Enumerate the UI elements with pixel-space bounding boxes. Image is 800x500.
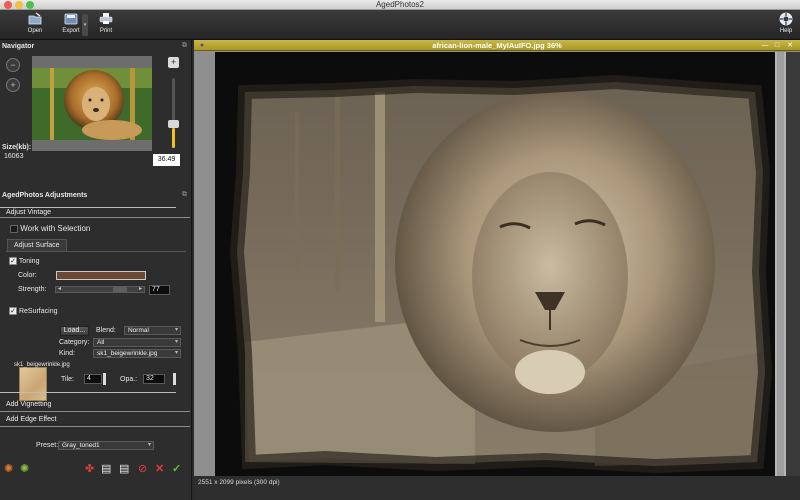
toning-strength-field[interactable]: 77 [149,285,170,295]
toning-color-label: Color: [18,272,37,279]
work-with-selection-row[interactable]: Work with Selection [10,224,90,233]
blend-label: Blend: [96,327,116,334]
toning-row[interactable]: ✓ Toning [9,257,39,265]
resurfacing-row[interactable]: ✓ ReSurfacing [9,307,57,315]
texture-thumbnail[interactable] [19,367,47,401]
navigator-preview[interactable] [32,56,152,151]
kind-select[interactable]: sk1_beigewrinkle.jpg [93,349,181,358]
kind-label: Kind: [59,350,75,357]
texture-caption: sk1_beigewrinkle.jpg [14,362,70,368]
zoom-increase-button[interactable]: + [168,57,179,68]
document-titlebar: ● african-lion-male_MyIAuIFO.jpg 36% — □… [194,40,800,51]
adjust-surface-label: Adjust Surface [14,242,60,249]
size-label: Size(kb): [2,144,32,151]
document-minimize-icon[interactable]: — [761,42,769,49]
tile-label: Tile: [61,376,74,383]
navigator-detach-icon[interactable]: ⧉ [182,42,187,50]
reset-icon[interactable]: ⊘ [138,463,147,475]
opacity-label: Opa.: [120,376,138,383]
document-right-margin [786,52,800,476]
image-dimensions: 2551 x 2099 pixels (300 dpi) [198,479,280,486]
opacity-field[interactable]: 32 [143,374,165,384]
print-icon [91,12,121,27]
toning-strength-slider[interactable]: ◂ ▸ [55,286,145,293]
tile-stepper[interactable] [103,373,106,385]
gear-green-icon[interactable]: ✺ [20,463,29,475]
toning-label: Toning [18,257,40,265]
export-dropdown-arrow[interactable]: ▾ [82,14,88,36]
window-titlebar: AgedPhotos2 [0,0,800,10]
app-title: AgedPhotos2 [375,0,425,9]
lion-photo [229,74,773,474]
tab-add-edge-effect[interactable]: Add Edge Effect [6,416,56,423]
open-label: Open [27,28,43,34]
save-preset-icon[interactable]: ▤ [119,463,129,475]
help-button[interactable]: Help [771,12,800,38]
opacity-stepper[interactable] [173,373,176,385]
adjustments-detach-icon[interactable]: ⧉ [182,191,187,199]
load-texture-button[interactable]: Load... [60,326,89,336]
adjustments-title: AgedPhotos Adjustments [2,192,88,199]
category-label: Category: [59,339,90,346]
blend-select[interactable]: Normal [124,326,181,335]
document-window: ● african-lion-male_MyIAuIFO.jpg 36% — □… [194,40,800,500]
document-close-icon[interactable]: ✕ [786,42,794,49]
tab-adjust-surface[interactable]: Adjust Surface [7,239,67,251]
work-with-selection-label: Work with Selection [20,224,91,233]
zoom-slider[interactable] [168,70,179,154]
toning-strength-label: Strength: [18,286,47,293]
tab-adjust-vintage[interactable]: Adjust Vintage [6,209,51,216]
vertical-scroll-thumb[interactable] [777,52,784,476]
navigator-title: Navigator [2,43,35,50]
tile-field[interactable]: 4 [84,374,102,384]
gear-orange-icon[interactable]: ✺ [4,463,13,475]
preset-select[interactable]: Gray_toned1 [58,441,154,450]
toning-strength-knob[interactable] [113,287,127,292]
category-select[interactable]: All [93,338,181,347]
resurfacing-checkbox[interactable]: ✓ [9,307,17,315]
resurfacing-label: ReSurfacing [18,307,58,315]
apply-icon[interactable]: ✓ [172,463,181,475]
main-toolbar: Open Export ▾ Print Help [0,10,800,40]
open-icon [20,12,50,27]
size-value: 16063 [4,153,24,160]
zoom-out-icon[interactable]: − [6,58,20,72]
image-canvas[interactable] [215,52,775,476]
toning-checkbox[interactable]: ✓ [9,257,17,265]
cancel-icon[interactable]: ✕ [155,463,164,475]
zoom-in-icon[interactable]: + [6,78,20,92]
random-icon[interactable]: ✤ [85,463,94,475]
document-title: african-lion-male_MyIAuIFO.jpg 36% [432,41,562,50]
preset-label: Preset: [36,442,59,449]
left-panel: Navigator ⧉ − + + 36.49 Size(kb): 16063 … [0,40,192,500]
document-maximize-icon[interactable]: □ [773,42,781,49]
toning-color-swatch[interactable] [56,271,146,280]
print-button[interactable]: Print [91,12,121,38]
work-with-selection-checkbox[interactable] [10,224,18,233]
status-bar: 2551 x 2099 pixels (300 dpi) [194,476,800,500]
tab-add-vignetting[interactable]: Add Vignetting [6,401,51,408]
zoom-slider-knob[interactable] [168,120,179,128]
help-label: Help [779,28,793,34]
print-label: Print [99,28,113,34]
open-button[interactable]: Open [20,12,50,38]
load-preset-icon[interactable]: ▤ [101,463,111,475]
vertical-scrollbar[interactable] [775,52,786,476]
zoom-value-field[interactable]: 36.49 [153,154,180,166]
help-icon [771,12,800,27]
